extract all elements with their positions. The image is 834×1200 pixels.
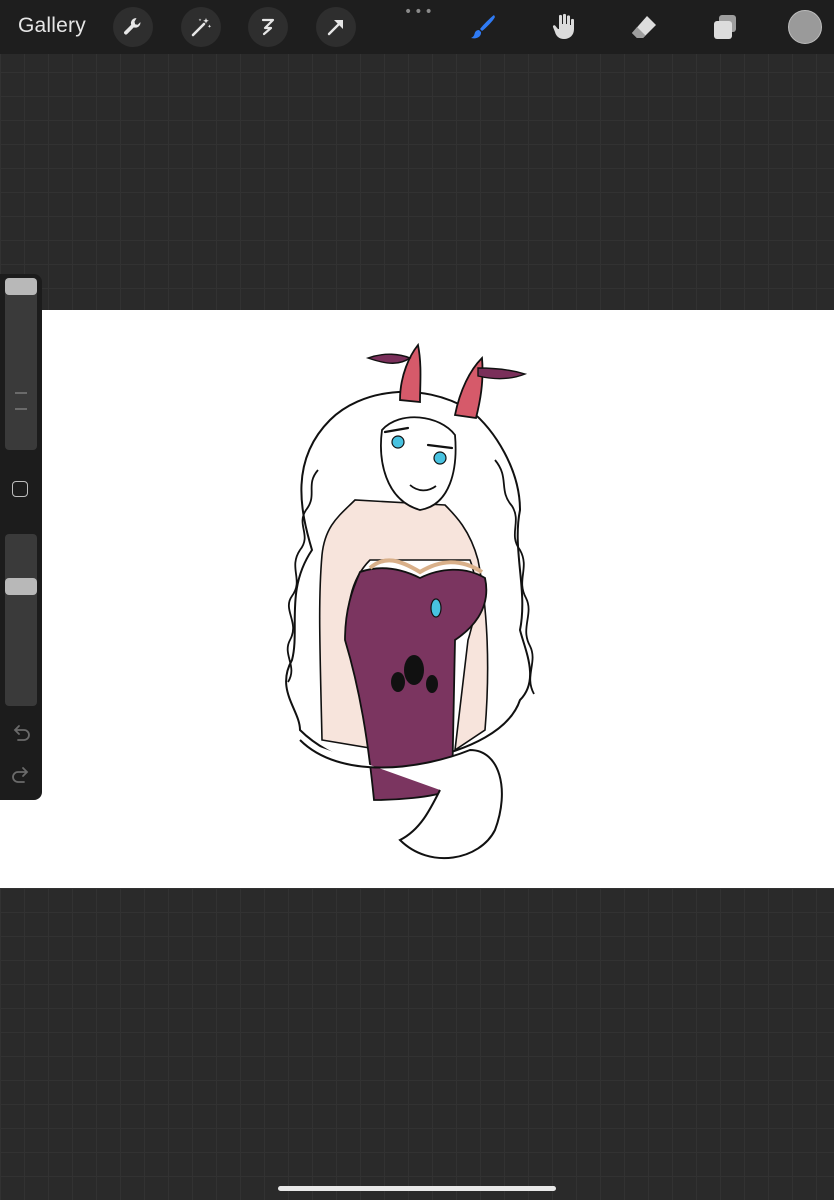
transform-button[interactable]: [316, 7, 356, 47]
wrench-icon: [124, 18, 141, 35]
magic-wand-icon: [191, 18, 212, 37]
modify-button[interactable]: [12, 481, 28, 497]
layers-button[interactable]: [708, 10, 742, 44]
brush-size-thumb[interactable]: [5, 278, 37, 295]
brush-icon: [471, 15, 495, 39]
layers-icon: [714, 15, 736, 39]
smudge-tool-button[interactable]: [548, 10, 582, 44]
smudge-icon: [552, 13, 574, 39]
brush-size-slider[interactable]: [5, 278, 37, 450]
transform-arrow-icon: [327, 20, 343, 36]
selection-button[interactable]: [248, 7, 288, 47]
gallery-button[interactable]: Gallery: [18, 14, 86, 38]
character-artwork: [285, 342, 535, 860]
brush-opacity-slider[interactable]: [5, 534, 37, 706]
slider-tick: [15, 408, 27, 410]
brush-opacity-thumb[interactable]: [5, 577, 37, 595]
actions-button[interactable]: [113, 7, 153, 47]
undo-icon[interactable]: [10, 724, 32, 742]
eraser-tool-button[interactable]: [627, 10, 661, 44]
more-options-icon[interactable]: •••: [404, 4, 435, 20]
color-picker-button[interactable]: [788, 10, 822, 44]
slider-tick: [15, 392, 27, 394]
redo-icon[interactable]: [10, 766, 32, 784]
adjustments-button[interactable]: [181, 7, 221, 47]
brush-sidebar: [0, 274, 42, 800]
drawing-canvas[interactable]: [0, 310, 834, 888]
top-toolbar: Gallery •••: [0, 0, 834, 54]
eraser-icon: [632, 16, 656, 38]
home-indicator[interactable]: [278, 1186, 556, 1191]
brush-tool-button[interactable]: [466, 10, 500, 44]
selection-icon: [261, 18, 275, 36]
